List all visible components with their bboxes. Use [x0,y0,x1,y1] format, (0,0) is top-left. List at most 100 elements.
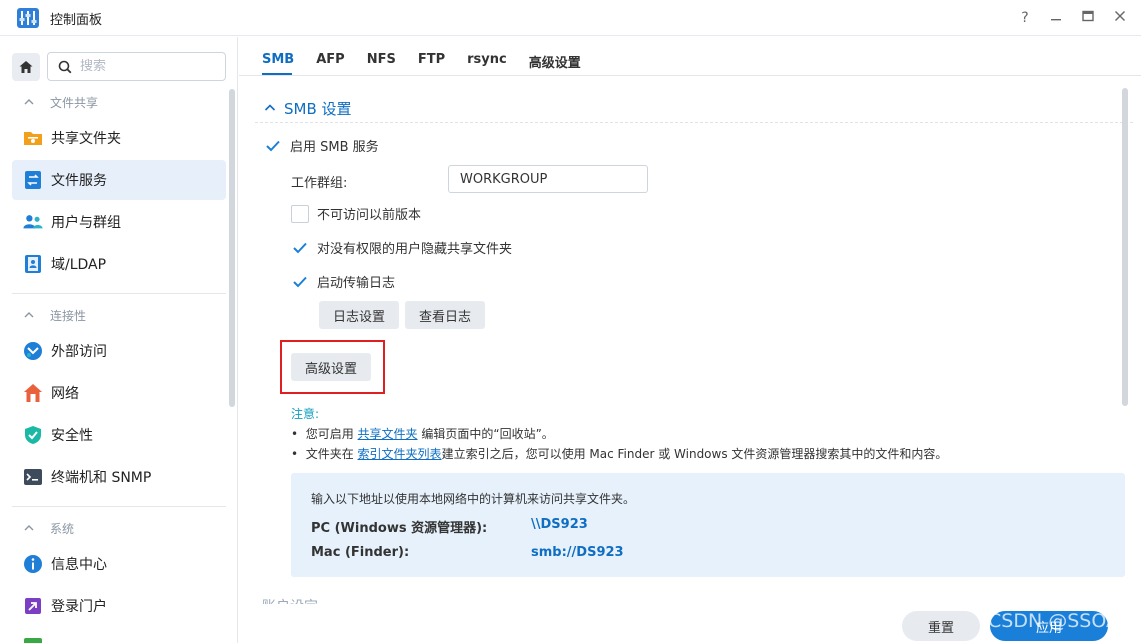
chevron-up-icon [24,309,36,323]
highlight-annotation [280,340,385,394]
sidebar-divider [12,506,226,507]
search-icon [58,60,72,73]
sidebar-scrollbar[interactable] [229,89,235,407]
transfer-log-checkbox[interactable]: 启动传输日志 [291,272,395,291]
main-scrollbar[interactable] [1122,88,1128,406]
next-section-heading: 账户设定 [262,596,318,604]
tab-nfs[interactable]: NFS [367,52,396,77]
checkbox-empty-icon [291,204,309,223]
window-title: 控制面板 [50,13,103,28]
sidebar-item-terminal-snmp[interactable]: 终端机和 SNMP [12,457,226,497]
smb-section-header[interactable]: SMB 设置 [264,98,352,119]
close-icon [1115,11,1125,21]
tab-rsync[interactable]: rsync [467,52,507,77]
sidebar-item-users-groups[interactable]: 用户与群组 [12,202,226,242]
sidebar-item-label: 安全性 [51,428,93,444]
chevron-up-icon [24,522,36,536]
sidebar-item-file-services[interactable]: 文件服务 [12,160,226,200]
info-intro: 输入以下地址以使用本地网络中的计算机来访问共享文件夹。 [311,492,636,506]
external-access-icon [23,341,43,361]
chevron-up-icon [264,100,276,118]
hide-folders-checkbox[interactable]: 对没有权限的用户隐藏共享文件夹 [291,238,512,257]
note-line-1: • 您可启用 共享文件夹 编辑页面中的“回收站”。 [291,427,554,441]
note-title: 注意: [291,407,320,421]
sidebar-item-label: 信息中心 [51,557,107,573]
access-info-box: 输入以下地址以使用本地网络中的计算机来访问共享文件夹。 PC (Windows … [291,473,1125,577]
sidebar-item-label: 域/LDAP [51,257,107,273]
folder-icon [23,128,43,148]
mac-label: Mac (Finder): [311,545,410,560]
sidebar-item-label: 外部访问 [51,344,107,360]
checkbox-label: 对没有权限的用户隐藏共享文件夹 [317,242,513,257]
checkmark-icon [291,238,309,257]
tab-advanced[interactable]: 高级设置 [529,52,581,77]
network-house-icon [23,383,43,403]
title-bar: 控制面板 ? [0,0,1141,36]
reset-button[interactable]: 重置 [902,611,980,641]
pc-label: PC (Windows 资源管理器): [311,521,488,536]
sidebar-item-label: 网络 [51,386,79,402]
checkbox-label: 启动传输日志 [317,276,396,291]
shield-icon [23,425,43,445]
tab-bar: SMB AFP NFS FTP rsync 高级设置 [262,52,603,77]
section-title: SMB 设置 [284,100,352,118]
close-button[interactable] [1110,8,1130,28]
note-text: 您可启用 [305,427,358,441]
tabs-divider [239,75,1141,76]
users-icon [23,212,43,232]
mac-address: smb://DS923 [531,545,624,560]
minimize-button[interactable] [1046,8,1066,28]
info-icon [23,554,43,574]
help-button[interactable]: ? [1015,8,1035,28]
prev-versions-checkbox[interactable]: 不可访问以前版本 [291,204,421,223]
enable-smb-checkbox[interactable]: 启用 SMB 服务 [264,136,379,155]
sidebar-item-info-center[interactable]: 信息中心 [12,544,226,584]
sidebar-item-domain-ldap[interactable]: 域/LDAP [12,244,226,284]
note-line-2: • 文件夹在 索引文件夹列表建立索引之后，您可以使用 Mac Finder 或 … [291,447,948,461]
checkbox-label: 启用 SMB 服务 [290,140,379,155]
section-file-sharing[interactable]: 文件共享 [24,94,98,111]
domain-icon [23,254,43,274]
shared-folder-link[interactable]: 共享文件夹 [358,427,418,441]
apply-button[interactable]: 应用 [990,611,1108,641]
pc-address: \\DS923 [531,517,588,532]
sidebar-divider [12,293,226,294]
file-services-icon [23,170,43,190]
checkmark-icon [264,136,282,155]
sidebar-item-label: 共享文件夹 [51,131,121,147]
section-connectivity[interactable]: 连接性 [24,307,86,324]
tab-afp[interactable]: AFP [316,52,344,77]
section-system[interactable]: 系统 [24,520,74,537]
home-icon [19,61,33,73]
terminal-icon [23,467,43,487]
search-box[interactable] [47,52,226,81]
section-label: 系统 [50,522,75,536]
workgroup-input[interactable] [448,165,648,193]
maximize-icon [1082,10,1094,22]
chevron-up-icon [24,96,36,110]
home-button[interactable] [12,53,40,81]
sidebar-item-label: 用户与群组 [51,215,121,231]
login-portal-icon [23,596,43,616]
log-settings-button[interactable]: 日志设置 [319,301,399,329]
sidebar-item-network[interactable]: 网络 [12,373,226,413]
sidebar-item-external-access[interactable]: 外部访问 [12,331,226,371]
workgroup-label: 工作群组: [291,176,348,191]
sidebar-item-security[interactable]: 安全性 [12,415,226,455]
sidebar-item-login-portal[interactable]: 登录门户 [12,586,226,626]
tab-ftp[interactable]: FTP [418,52,445,77]
note-text: 文件夹在 [305,447,358,461]
search-input[interactable] [80,59,210,74]
maximize-button[interactable] [1078,8,1098,28]
minimize-icon [1051,19,1061,21]
section-label: 文件共享 [50,96,99,110]
index-folder-list-link[interactable]: 索引文件夹列表 [358,447,442,461]
note-text: 建立索引之后，您可以使用 Mac Finder 或 Windows 文件资源管理… [441,447,948,461]
section-divider [255,122,1133,123]
sidebar-item-label: 文件服务 [51,173,107,189]
sidebar-item-label: 登录门户 [51,599,107,615]
sidebar-item-shared-folder[interactable]: 共享文件夹 [12,118,226,158]
note-text: 编辑页面中的“回收站”。 [417,427,554,441]
view-logs-button[interactable]: 查看日志 [405,301,485,329]
sidebar-item-label: 终端机和 SNMP [51,470,152,486]
